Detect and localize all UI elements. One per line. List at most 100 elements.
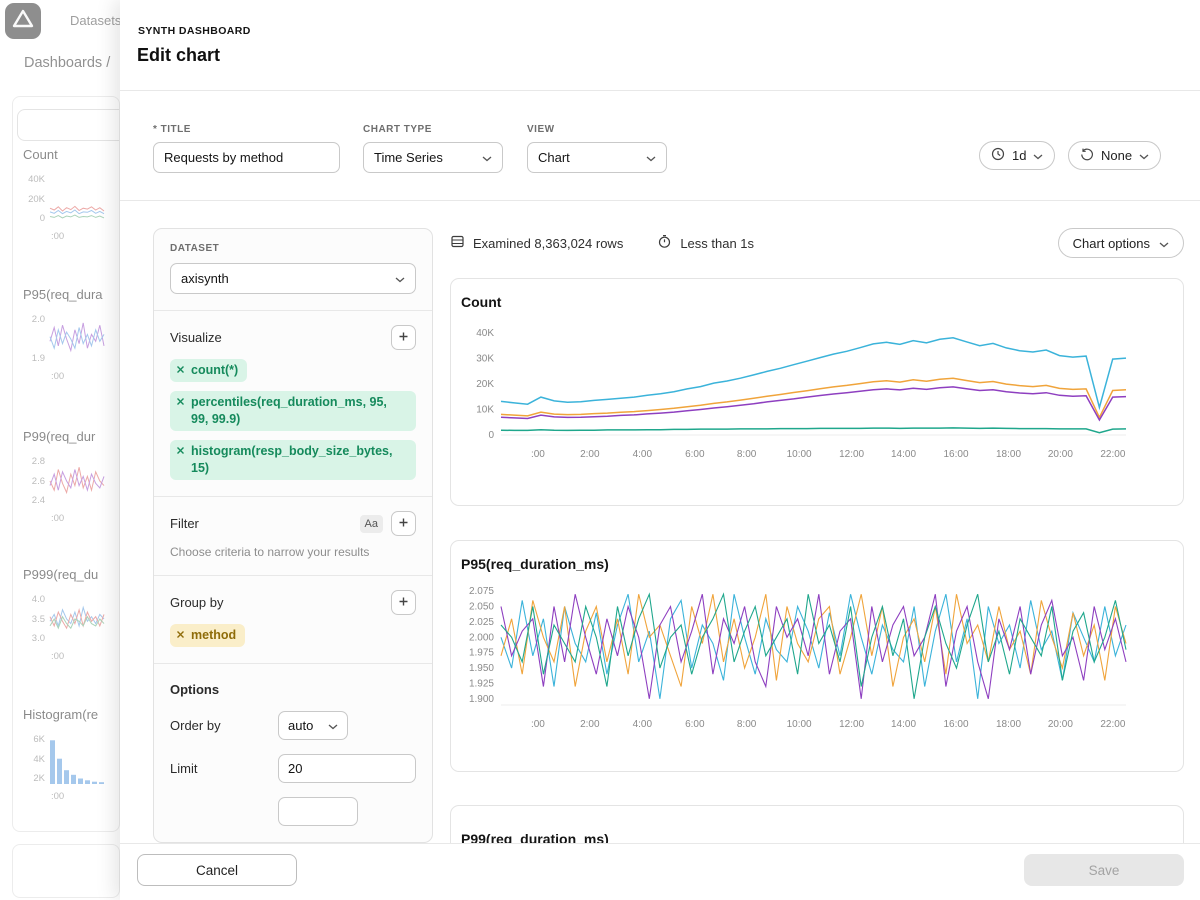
plus-icon bbox=[398, 594, 409, 612]
dashboard-name: SYNTH DASHBOARD bbox=[138, 25, 251, 37]
chart-type-value: Time Series bbox=[374, 150, 443, 165]
filter-section: Filter Aa Choose criteria to narrow your… bbox=[154, 496, 432, 575]
p95-chart-canvas: 2.0752.0502.0252.0001.9751.9501.9251.900… bbox=[451, 577, 1165, 735]
svg-text:16:00: 16:00 bbox=[943, 719, 968, 730]
chevron-down-icon bbox=[1159, 236, 1169, 251]
chart-type-label: CHART TYPE bbox=[363, 124, 503, 135]
examined-rows-text: Examined 8,363,024 rows bbox=[473, 236, 623, 251]
svg-text:20K: 20K bbox=[476, 379, 494, 390]
stopwatch-icon bbox=[657, 234, 672, 252]
visualization-tag-label: histogram(resp_body_size_bytes, 15) bbox=[191, 443, 407, 477]
remove-visualization-icon[interactable] bbox=[176, 397, 185, 406]
visualize-label: Visualize bbox=[170, 330, 222, 345]
chevron-down-icon bbox=[482, 150, 492, 165]
visualization-tag[interactable]: percentiles(req_duration_ms, 95, 99, 99.… bbox=[170, 391, 416, 431]
group-by-tag-label: method bbox=[191, 627, 236, 644]
plus-icon bbox=[398, 329, 409, 347]
option-control-partial[interactable] bbox=[278, 797, 358, 826]
chevron-down-icon bbox=[646, 150, 656, 165]
chart-settings-row: * TITLE CHART TYPE Time Series VIEW Char… bbox=[120, 91, 1200, 201]
svg-text:1.925: 1.925 bbox=[469, 679, 494, 690]
dataset-select[interactable]: axisynth bbox=[170, 263, 416, 294]
group-by-tag[interactable]: method bbox=[170, 624, 245, 647]
chart-type-select[interactable]: Time Series bbox=[363, 142, 503, 173]
remove-visualization-icon[interactable] bbox=[176, 365, 185, 374]
remove-group-by-icon[interactable] bbox=[176, 630, 185, 639]
svg-text:4:00: 4:00 bbox=[633, 719, 653, 730]
chevron-down-icon bbox=[1139, 148, 1149, 163]
case-sensitivity-toggle[interactable]: Aa bbox=[360, 515, 383, 533]
svg-text:14:00: 14:00 bbox=[891, 449, 916, 460]
svg-text:4:00: 4:00 bbox=[633, 449, 653, 460]
examined-rows-stat: Examined 8,363,024 rows bbox=[450, 234, 623, 252]
results-panel: Examined 8,363,024 rows Less than 1s Cha… bbox=[450, 228, 1184, 843]
svg-text:22:00: 22:00 bbox=[1100, 719, 1125, 730]
svg-text:10K: 10K bbox=[476, 405, 494, 416]
svg-text:18:00: 18:00 bbox=[996, 719, 1021, 730]
cancel-button[interactable]: Cancel bbox=[137, 854, 297, 886]
save-button[interactable]: Save bbox=[1024, 854, 1184, 886]
svg-text:1.950: 1.950 bbox=[469, 663, 494, 674]
chart-title: Count bbox=[461, 294, 1183, 310]
filter-label: Filter bbox=[170, 516, 199, 531]
query-duration-stat: Less than 1s bbox=[657, 234, 754, 252]
add-filter-button[interactable] bbox=[391, 511, 416, 536]
limit-label: Limit bbox=[170, 761, 278, 776]
rows-icon bbox=[450, 234, 465, 252]
order-by-select[interactable]: auto bbox=[278, 711, 348, 740]
visualization-tag[interactable]: count(*) bbox=[170, 359, 247, 382]
query-stats-row: Examined 8,363,024 rows Less than 1s Cha… bbox=[450, 228, 1184, 258]
svg-text::00: :00 bbox=[531, 449, 545, 460]
query-duration-text: Less than 1s bbox=[680, 236, 754, 251]
chevron-down-icon bbox=[328, 718, 338, 733]
view-field-label: VIEW bbox=[527, 124, 667, 135]
modal-overlay bbox=[0, 0, 120, 900]
time-range-button[interactable]: 1d bbox=[979, 141, 1055, 170]
title-field-label: * TITLE bbox=[153, 124, 340, 135]
svg-text:6:00: 6:00 bbox=[685, 449, 705, 460]
group-by-label: Group by bbox=[170, 595, 223, 610]
chart-options-label: Chart options bbox=[1073, 236, 1150, 251]
svg-text:2.075: 2.075 bbox=[469, 586, 494, 597]
svg-text:8:00: 8:00 bbox=[737, 449, 757, 460]
chevron-down-icon bbox=[1033, 148, 1043, 163]
chart-options-button[interactable]: Chart options bbox=[1058, 228, 1184, 258]
svg-text:2.050: 2.050 bbox=[469, 602, 494, 613]
svg-text:12:00: 12:00 bbox=[839, 449, 864, 460]
compare-against-button[interactable]: None bbox=[1068, 141, 1161, 170]
remove-visualization-icon[interactable] bbox=[176, 446, 185, 455]
modal-header: SYNTH DASHBOARD Edit chart bbox=[120, 0, 1200, 91]
svg-text:2.025: 2.025 bbox=[469, 617, 494, 628]
svg-text:2:00: 2:00 bbox=[580, 719, 600, 730]
svg-text:22:00: 22:00 bbox=[1100, 449, 1125, 460]
view-select[interactable]: Chart bbox=[527, 142, 667, 173]
limit-input[interactable] bbox=[278, 754, 416, 783]
chart-title: P99(req_duration_ms) bbox=[461, 831, 1183, 843]
svg-text:20:00: 20:00 bbox=[1048, 719, 1073, 730]
svg-text:20:00: 20:00 bbox=[1048, 449, 1073, 460]
order-by-value: auto bbox=[288, 718, 313, 733]
visualization-tag[interactable]: histogram(resp_body_size_bytes, 15) bbox=[170, 440, 416, 480]
add-group-by-button[interactable] bbox=[391, 590, 416, 615]
clock-icon bbox=[991, 147, 1005, 164]
time-range-value: 1d bbox=[1012, 148, 1026, 163]
edit-chart-modal: SYNTH DASHBOARD Edit chart * TITLE CHART… bbox=[120, 0, 1200, 900]
visualize-section: Visualize count(*) percentiles(req_durat… bbox=[154, 310, 432, 496]
add-visualization-button[interactable] bbox=[391, 325, 416, 350]
svg-text:1.975: 1.975 bbox=[469, 648, 494, 659]
chart-title-input[interactable] bbox=[153, 142, 340, 173]
count-chart-card: Count 40K30K20K10K0:002:004:006:008:0010… bbox=[450, 278, 1184, 506]
svg-text:16:00: 16:00 bbox=[943, 449, 968, 460]
chevron-down-icon bbox=[395, 271, 405, 286]
count-chart-canvas: 40K30K20K10K0:002:004:006:008:0010:0012:… bbox=[451, 315, 1165, 465]
group-by-section: Group by method bbox=[154, 575, 432, 663]
history-icon bbox=[1080, 147, 1094, 164]
plus-icon bbox=[398, 515, 409, 533]
svg-text:0: 0 bbox=[488, 430, 494, 441]
svg-text:12:00: 12:00 bbox=[839, 719, 864, 730]
svg-text:14:00: 14:00 bbox=[891, 719, 916, 730]
visualization-tag-label: count(*) bbox=[191, 362, 238, 379]
chart-title: P95(req_duration_ms) bbox=[461, 556, 1183, 572]
svg-text:10:00: 10:00 bbox=[787, 449, 812, 460]
svg-text:30K: 30K bbox=[476, 354, 494, 365]
